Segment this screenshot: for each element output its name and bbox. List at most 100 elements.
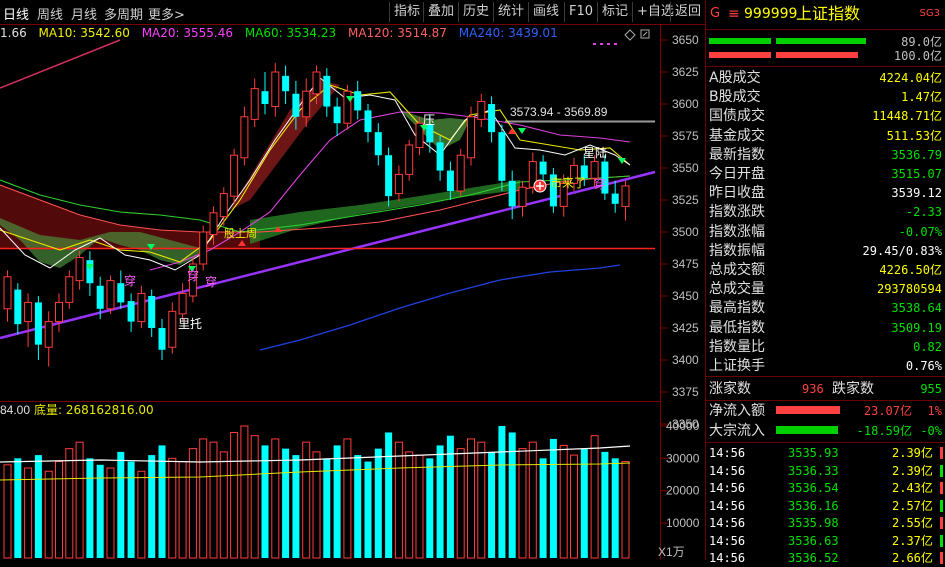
candle-body xyxy=(385,155,393,197)
volume-bar xyxy=(590,435,599,559)
stat-row: 总成交额 4226.50亿 xyxy=(706,260,945,280)
ma-legend-item: MA240: 3439.01 xyxy=(458,26,558,40)
price-tick-label: 3575 xyxy=(672,129,699,143)
diamond-icon xyxy=(624,29,636,41)
statistics-button[interactable]: 统计 xyxy=(493,2,528,22)
volume-bar xyxy=(333,445,341,558)
tick-time: 14:56 xyxy=(709,551,746,565)
tick-price: 3535.93 xyxy=(788,446,839,460)
indicator-button[interactable]: 指标 xyxy=(389,2,424,22)
candle-body xyxy=(405,144,414,175)
tick-row[interactable]: 14:56 3535.98 2.55亿 xyxy=(706,514,945,532)
volume-bar xyxy=(14,458,22,558)
stat-label: A股成交 xyxy=(709,70,761,86)
tab-more[interactable]: 更多> xyxy=(148,4,185,23)
tick-volume: 2.37亿 xyxy=(892,533,933,548)
candle-body xyxy=(261,91,269,104)
net-inflow-pct: 1% xyxy=(927,404,942,418)
volume-bar xyxy=(168,457,177,559)
price-tick-label: 3650 xyxy=(672,33,699,47)
candle-body xyxy=(374,132,382,156)
red-bar xyxy=(709,52,771,58)
price-tick-label: 3375 xyxy=(672,385,699,399)
candle-body xyxy=(508,180,516,207)
candle-body xyxy=(333,106,341,124)
volume-bar xyxy=(549,438,557,558)
stat-row: 指数涨跌 -2.33 xyxy=(706,202,945,222)
f10-button[interactable]: F10 xyxy=(564,2,597,22)
tab-weekly[interactable]: 周线 xyxy=(37,4,63,23)
stat-row: 最高指数 3538.64 xyxy=(706,298,945,318)
shishang-label: 市来了 xyxy=(550,175,586,190)
stat-label: 总成交额 xyxy=(709,262,765,278)
chuan-label: 穿 xyxy=(594,176,606,191)
volume-bar xyxy=(86,458,94,558)
tick-price: 3536.63 xyxy=(788,533,839,548)
stat-row: 指数涨幅 -0.07% xyxy=(706,222,945,242)
candle-body xyxy=(477,100,486,120)
volume-bar xyxy=(34,455,42,558)
tick-row[interactable]: 14:56 3536.54 2.43亿 xyxy=(706,479,945,497)
candle-body xyxy=(137,292,146,323)
volume-bar xyxy=(230,431,239,559)
price-tick-label: 3500 xyxy=(672,225,699,239)
pink-diagonal-line xyxy=(0,39,121,89)
tick-row[interactable]: 14:56 3536.63 2.37亿 xyxy=(706,532,945,550)
candle-body xyxy=(127,301,135,322)
volume-bar xyxy=(188,448,197,559)
candle-body xyxy=(199,231,208,265)
block-inflow-label: 大宗流入 xyxy=(709,423,765,439)
ma-legend-item: MA120: 3514.87 xyxy=(347,26,447,40)
volume-tick-label: 30000 xyxy=(666,451,700,465)
tick-volume: 2.55亿 xyxy=(892,516,933,530)
stat-row: 基金成交 511.53亿 xyxy=(706,126,945,146)
tab-multi-period[interactable]: 多周期 xyxy=(104,4,143,23)
ma-legend-item: MA20: 3555.46 xyxy=(141,26,233,40)
tick-row[interactable]: 14:56 3536.16 2.57亿 xyxy=(706,497,945,515)
stat-value: -0.07% xyxy=(898,224,942,239)
candle-body xyxy=(292,93,300,117)
stat-label: B股成交 xyxy=(709,89,761,106)
tick-time: 14:56 xyxy=(709,446,746,460)
tick-row[interactable]: 14:56 3535.93 2.39亿 xyxy=(706,444,945,462)
tick-direction-marker xyxy=(940,552,943,564)
volume-bar xyxy=(127,461,135,558)
block-inflow-pct: -0% xyxy=(920,424,942,438)
volume-bar-row-2: 100.0亿 xyxy=(706,48,945,64)
candle-body xyxy=(302,90,311,118)
up-arrow-marker xyxy=(508,128,516,134)
mark-button[interactable]: 标记 xyxy=(597,2,632,22)
tab-daily[interactable]: 日线 xyxy=(3,4,29,23)
tick-row[interactable]: 14:56 3536.52 2.66亿 xyxy=(706,549,945,567)
dotted-marker xyxy=(593,43,617,45)
volume-bar xyxy=(3,464,12,559)
overlay-button[interactable]: 叠加 xyxy=(423,2,458,22)
volume-bar xyxy=(580,448,588,558)
volume-bar xyxy=(426,458,434,558)
up-count-label: 涨家数 xyxy=(709,381,751,397)
tick-row[interactable]: 14:56 3536.33 2.39亿 xyxy=(706,462,945,480)
volume-bar xyxy=(394,441,403,559)
volume-bar xyxy=(240,425,249,559)
menu-icon[interactable]: ≡ xyxy=(728,4,740,24)
back-button[interactable]: 返回 xyxy=(670,2,705,22)
stat-value: 3515.07 xyxy=(891,167,942,181)
candle-body xyxy=(467,116,475,159)
history-button[interactable]: 历史 xyxy=(458,2,493,22)
volume-bar xyxy=(415,454,424,559)
collapse-icon xyxy=(640,29,650,39)
tick-price: 3536.54 xyxy=(788,481,839,495)
candle-body xyxy=(24,301,33,323)
stat-row: 总成交量 293780594 xyxy=(706,279,945,299)
volume-bar xyxy=(261,445,269,558)
draw-line-button[interactable]: 画线 xyxy=(528,2,563,22)
volume-bar xyxy=(75,441,84,559)
stat-label: 昨日收盘 xyxy=(709,185,765,202)
chuan-label: 穿 xyxy=(187,268,199,283)
tick-time: 14:56 xyxy=(709,533,746,548)
volume-bar xyxy=(282,448,290,558)
volume-bar xyxy=(55,461,63,559)
kline-chart[interactable]: 3573.94 - 3569.89 里托 穿 穿 穿 压 星陆 市来了 穿 股上… xyxy=(0,24,705,560)
tab-monthly[interactable]: 月线 xyxy=(71,4,97,23)
candle-body xyxy=(106,280,115,310)
